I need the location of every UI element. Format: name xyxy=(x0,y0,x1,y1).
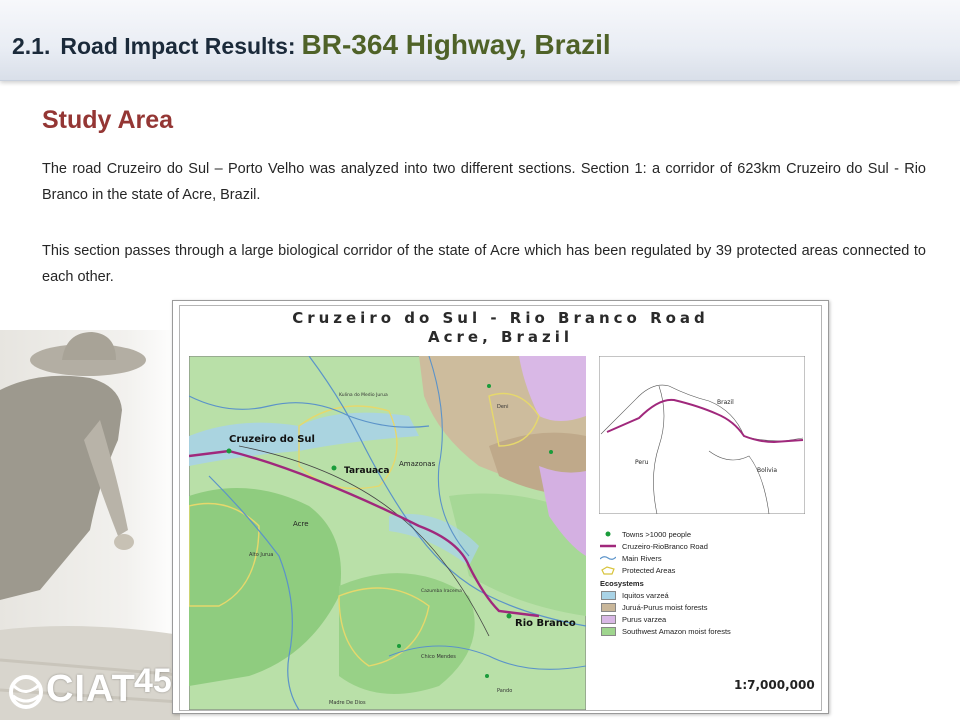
label-deni: Deni xyxy=(497,404,508,410)
label-pando: Pando xyxy=(497,688,512,694)
road-line-icon xyxy=(600,544,616,548)
label-alto-jurua: Alto Jurua xyxy=(249,552,273,558)
label-kulina: Kulina do Medio Jurua xyxy=(339,392,388,398)
slide-number: 2.1. xyxy=(12,33,51,59)
study-area-map: Cruzeiro do Sul - Rio Branco Road Acre, … xyxy=(172,300,829,714)
ciat-logo-text: CIAT xyxy=(46,668,136,710)
river-line-icon xyxy=(600,555,616,561)
slide-title-subtitle: BR-364 Highway, Brazil xyxy=(301,29,611,60)
label-amazonas: Amazonas xyxy=(399,460,436,468)
slide-header: 2.1. Road Impact Results: BR-364 Highway, … xyxy=(0,0,960,81)
slide-title-main: Road Impact Results: xyxy=(60,33,296,59)
label-tarauaca: Tarauaca xyxy=(344,466,389,476)
legend-iquitos: Iquitos varzeá xyxy=(600,589,815,601)
legend-jurua: Juruá-Purus moist forests xyxy=(600,601,815,613)
slide-title: 2.1. Road Impact Results: BR-364 Highway, … xyxy=(12,25,611,62)
ciat-logo: CIAT 45 xyxy=(8,662,172,716)
label-rio-branco: Rio Branco xyxy=(515,618,576,629)
label-cazumba: Cazumba Iracema xyxy=(421,588,462,594)
protected-area-icon xyxy=(600,565,616,575)
label-acre: Acre xyxy=(293,520,309,528)
legend-protected: Protected Areas xyxy=(600,564,815,576)
iquitos-swatch-icon xyxy=(600,590,616,600)
paragraph-intro: The road Cruzeiro do Sul – Porto Velho w… xyxy=(42,161,926,203)
legend-towns: Towns >1000 people xyxy=(600,528,815,540)
town-dot-icon xyxy=(600,531,616,537)
legend-purus: Purus varzea xyxy=(600,613,815,625)
legend-rivers: Main Rivers xyxy=(600,552,815,564)
label-chico-mendes: Chico Mendes xyxy=(421,654,456,660)
inset-locator-map: Brazil Peru Bolivia xyxy=(599,356,805,514)
section-heading: Study Area xyxy=(42,106,174,134)
map-scale: 1:7,000,000 xyxy=(734,678,815,692)
paragraph-corridor: This section passes through a large biol… xyxy=(42,243,926,285)
label-cruzeiro-do-sul: Cruzeiro do Sul xyxy=(229,434,315,445)
inset-label-peru: Peru xyxy=(635,459,649,466)
legend-southwest: Southwest Amazon moist forests xyxy=(600,625,815,637)
ciat-globe-icon xyxy=(9,675,43,709)
purus-swatch-icon xyxy=(600,614,616,624)
main-map-view: Cruzeiro do Sul Tarauaca Amazonas Acre R… xyxy=(189,356,586,710)
southwest-swatch-icon xyxy=(600,626,616,636)
legend-ecosystems-heading: Ecosystems xyxy=(600,579,644,588)
map-frame: Cruzeiro do Sul - Rio Branco Road Acre, … xyxy=(179,305,822,711)
map-title-line1: Cruzeiro do Sul - Rio Branco Road xyxy=(292,309,709,327)
ciat-logo-number: 45 xyxy=(134,662,172,700)
map-title-line2: Acre, Brazil xyxy=(428,328,573,346)
inset-label-bolivia: Bolivia xyxy=(757,467,777,474)
jurua-swatch-icon xyxy=(600,602,616,612)
legend-road: Cruzeiro-RioBranco Road xyxy=(600,540,815,552)
map-legend: Towns >1000 people Cruzeiro-RioBranco Ro… xyxy=(600,528,815,637)
inset-label-brazil: Brazil xyxy=(717,399,734,406)
label-madre-de-dios: Madre De Dios xyxy=(329,700,366,706)
